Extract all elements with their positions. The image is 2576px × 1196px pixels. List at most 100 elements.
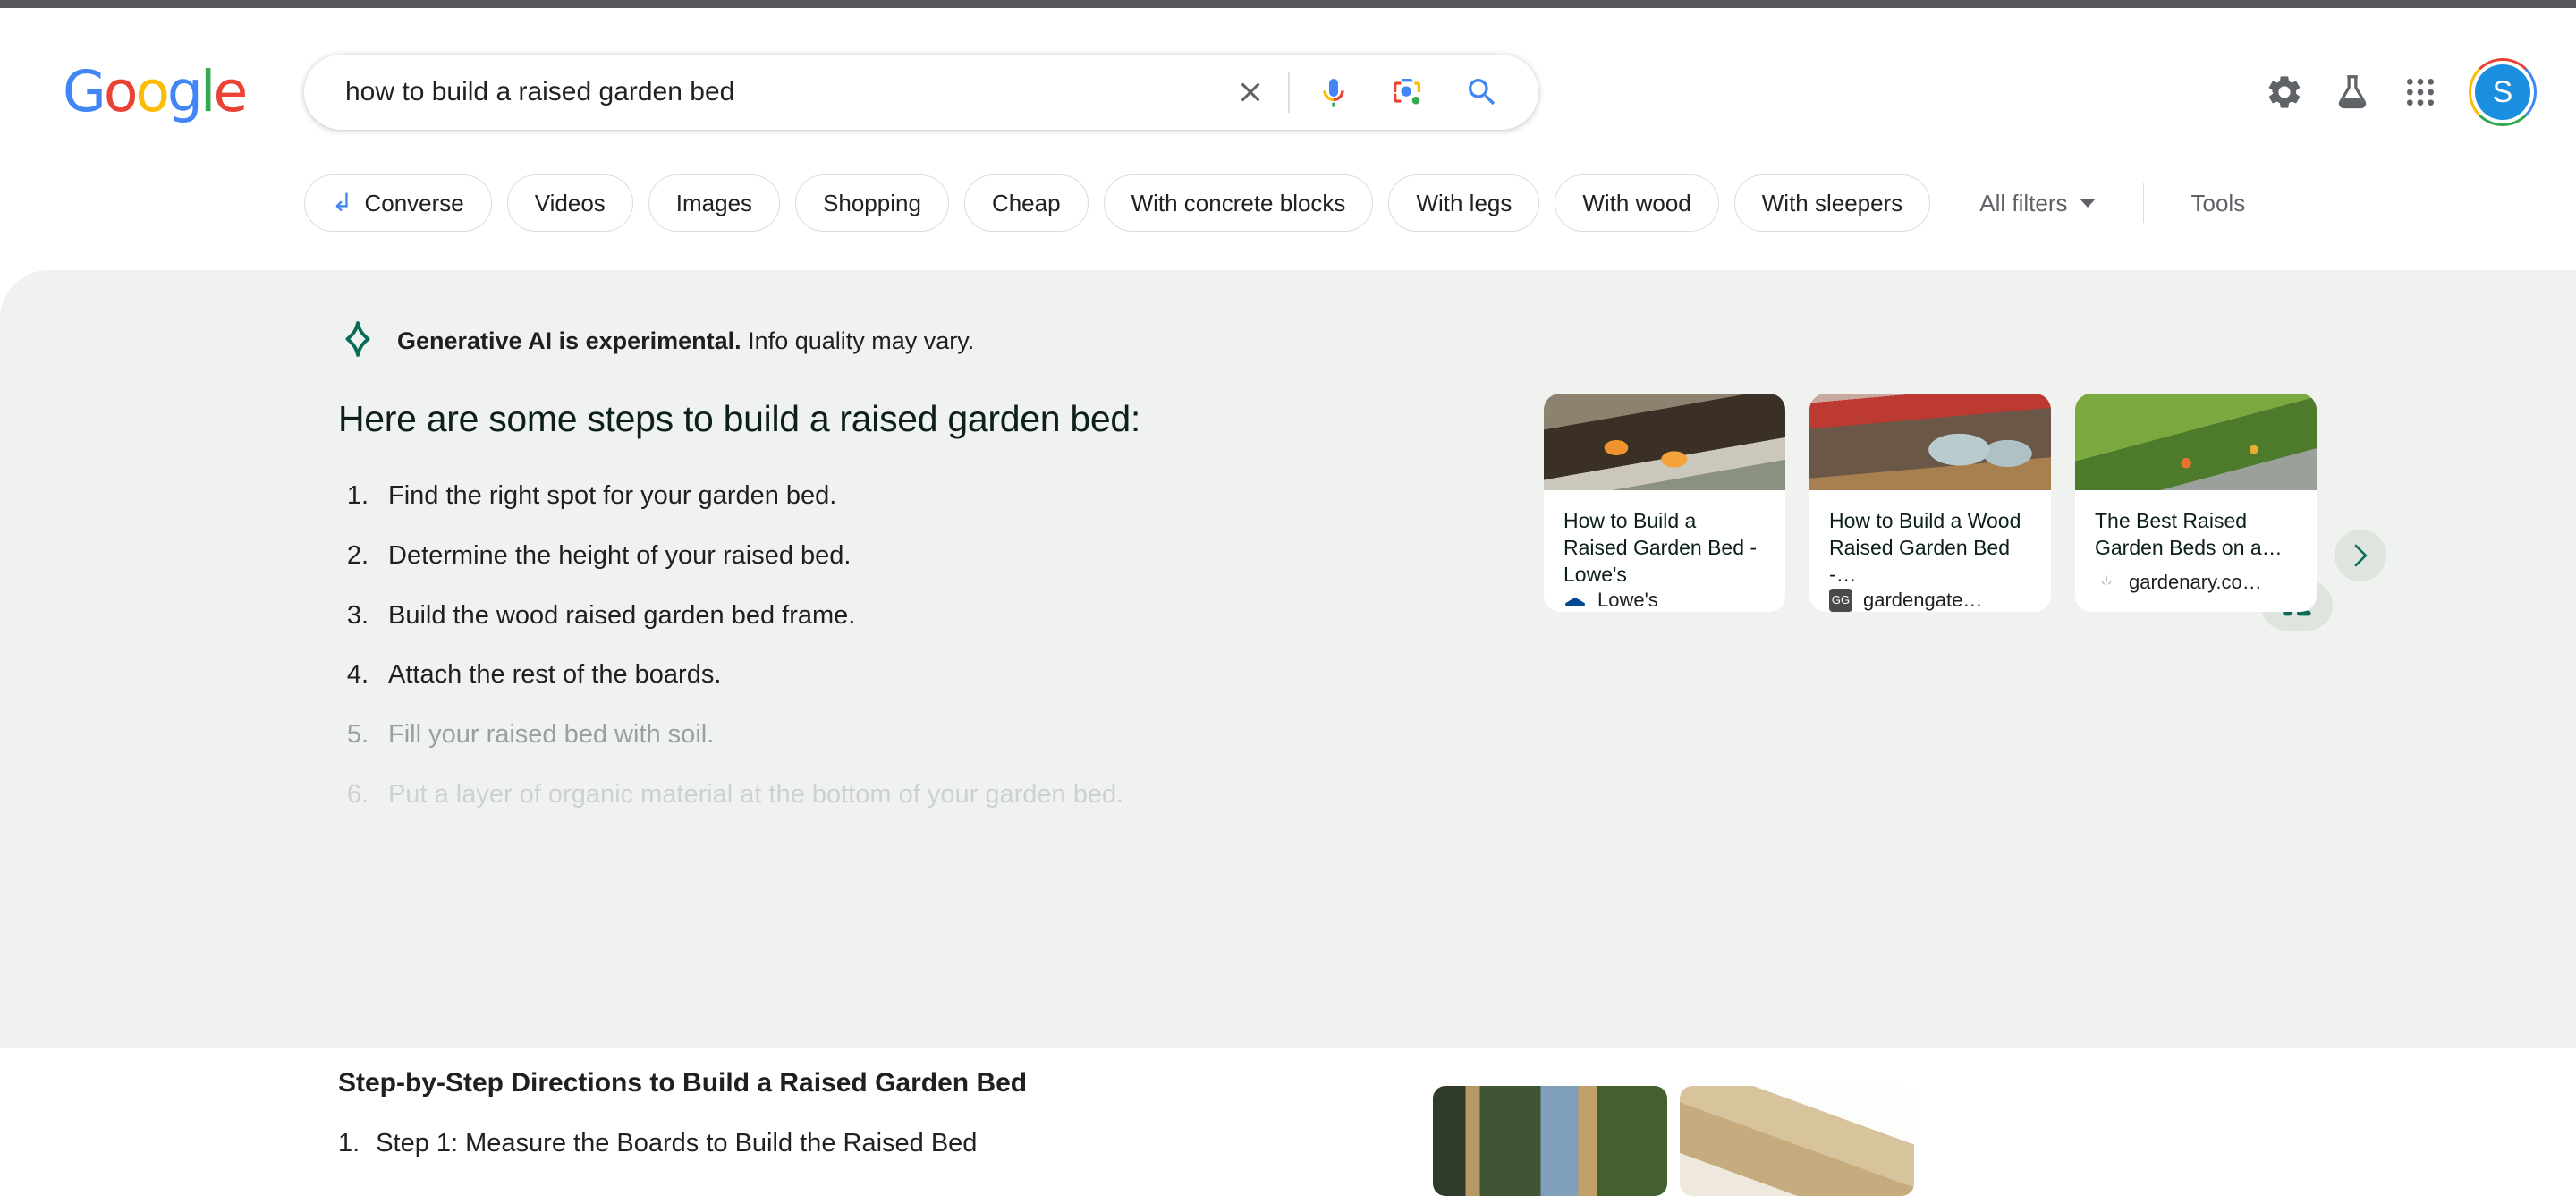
chip-label: With sleepers — [1761, 189, 1903, 216]
flask-icon[interactable] — [2318, 58, 2386, 126]
ai-disclaimer-text: Generative AI is experimental. Info qual… — [397, 327, 974, 355]
avatar-initial: S — [2475, 64, 2530, 120]
apps-grid-icon[interactable] — [2386, 58, 2454, 126]
chip-with-concrete-blocks[interactable]: With concrete blocks — [1103, 174, 1374, 232]
card-thumbnail — [2075, 394, 2317, 490]
list-item-number: 5. — [346, 720, 369, 750]
source-card[interactable]: How to Build a Wood Raised Garden Bed -…… — [1809, 394, 2051, 612]
ai-answer-headline: Here are some steps to build a raised ga… — [338, 398, 1140, 439]
ai-disclaimer-light: Info quality may vary. — [741, 327, 975, 354]
card-title: How to Build a Raised Garden Bed - Lowe'… — [1563, 509, 1758, 586]
source-cards: How to Build a Raised Garden Bed - Lowe'… — [1544, 394, 2317, 612]
all-filters-button[interactable]: All filters — [1979, 189, 2096, 217]
chip-label: With wood — [1582, 189, 1691, 216]
card-source: Lowe's — [1544, 589, 1785, 612]
result-step-number: 1. — [338, 1129, 360, 1158]
lowes-logo-icon — [1563, 589, 1587, 612]
chip-cheap[interactable]: Cheap — [963, 174, 1089, 232]
chip-label: Cheap — [991, 189, 1061, 216]
search-header: Google how to build a raised garden bed … — [0, 8, 2576, 270]
result-first-step: 1. Step 1: Measure the Boards to Build t… — [338, 1129, 977, 1158]
list-item-text: Build the wood raised garden bed frame. — [388, 600, 856, 630]
page-root: Google how to build a raised garden bed … — [0, 0, 2576, 1196]
card-source-name: gardenary.co… — [2129, 571, 2262, 593]
raised-bed-photo[interactable] — [1433, 1086, 1667, 1196]
arrow-turn-icon: ↲ — [332, 189, 353, 216]
list-item-number: 2. — [346, 540, 369, 570]
generative-ai-panel: Generative AI is experimental. Info qual… — [0, 270, 2576, 1164]
header-actions: S — [2250, 58, 2537, 126]
chip-with-sleepers[interactable]: With sleepers — [1733, 174, 1931, 232]
list-item-text: Put a layer of organic material at the b… — [388, 779, 1124, 809]
card-source: gardenary.co… — [2075, 571, 2317, 612]
sparkle-icon — [338, 319, 377, 363]
search-input[interactable] — [304, 55, 1225, 130]
card-source: GG gardengate… — [1809, 588, 2051, 612]
search-icon[interactable] — [1458, 68, 1506, 116]
ai-disclaimer: Generative AI is experimental. Info qual… — [338, 319, 974, 363]
logo-letter: G — [63, 59, 106, 124]
list-item: 4. Attach the rest of the boards. — [338, 659, 1394, 691]
list-item-text: Find the right spot for your garden bed. — [388, 481, 837, 510]
chip-label: With legs — [1416, 189, 1513, 216]
list-item-text: Attach the rest of the boards. — [388, 660, 722, 690]
card-title: How to Build a Wood Raised Garden Bed -… — [1829, 509, 2021, 586]
chip-images[interactable]: Images — [648, 174, 781, 232]
browser-chrome-strip — [0, 0, 2576, 8]
logo-letter: g — [166, 59, 203, 124]
chip-with-legs[interactable]: With legs — [1388, 174, 1540, 232]
list-item-number: 6. — [346, 779, 369, 809]
avatar[interactable]: S — [2469, 58, 2537, 126]
search-divider — [1288, 72, 1290, 113]
list-item: 1. Find the right spot for your garden b… — [338, 480, 1394, 512]
chip-videos[interactable]: Videos — [506, 174, 633, 232]
gardengate-logo-icon: GG — [1829, 588, 1852, 612]
list-item-text: Fill your raised bed with soil. — [388, 720, 715, 750]
avatar-inner: S — [2471, 61, 2534, 123]
card-title: The Best Raised Garden Beds on a… — [2095, 509, 2283, 559]
google-lens-icon[interactable] — [1383, 68, 1431, 116]
filter-chips-row: ↲ Converse Videos Images Shopping Cheap … — [304, 167, 2576, 239]
logo-letter: o — [103, 59, 139, 124]
chip-label: With concrete blocks — [1131, 189, 1346, 216]
close-icon[interactable] — [1225, 67, 1275, 117]
ai-steps-list: 1. Find the right spot for your garden b… — [338, 480, 1394, 839]
all-filters-label: All filters — [1979, 189, 2068, 216]
search-box[interactable] — [304, 55, 1538, 130]
list-item: 6. Put a layer of organic material at th… — [338, 779, 1394, 810]
list-item-number: 1. — [346, 481, 369, 510]
list-item: 5. Fill your raised bed with soil. — [338, 719, 1394, 751]
raised-bed-diagram[interactable] — [1680, 1086, 1914, 1196]
chevron-right-icon[interactable] — [2334, 530, 2386, 581]
result-title[interactable]: Step-by-Step Directions to Build a Raise… — [338, 1068, 1027, 1098]
chip-shopping[interactable]: Shopping — [795, 174, 949, 232]
chip-with-wood[interactable]: With wood — [1555, 174, 1719, 232]
card-source-name: gardengate… — [1863, 588, 1983, 611]
toolbar-divider — [2142, 183, 2144, 223]
ai-disclaimer-bold: Generative AI is experimental. — [397, 327, 741, 354]
tools-button[interactable]: Tools — [2191, 190, 2246, 217]
list-item: 3. Build the wood raised garden bed fram… — [338, 600, 1394, 632]
list-item-number: 4. — [346, 660, 369, 690]
logo-letter: e — [213, 59, 248, 124]
logo-letter: l — [199, 59, 216, 124]
list-item-text: Determine the height of your raised bed. — [388, 540, 852, 570]
logo-letter: o — [135, 59, 170, 124]
result-images — [1433, 1086, 1914, 1196]
list-item-number: 3. — [346, 600, 369, 630]
chip-label: Videos — [534, 189, 606, 216]
source-card[interactable]: How to Build a Raised Garden Bed - Lowe'… — [1544, 394, 1785, 612]
search-result-section: Step-by-Step Directions to Build a Raise… — [0, 1048, 2576, 1196]
chip-converse[interactable]: ↲ Converse — [304, 174, 492, 232]
chip-label: Images — [675, 189, 753, 216]
card-thumbnail — [1544, 394, 1785, 490]
result-step-text: Step 1: Measure the Boards to Build the … — [376, 1129, 978, 1158]
card-source-name: Lowe's — [1597, 588, 1658, 611]
gardenary-logo-icon — [2095, 571, 2118, 594]
chevron-down-icon — [2079, 199, 2096, 208]
source-card[interactable]: The Best Raised Garden Beds on a… garden… — [2075, 394, 2317, 612]
microphone-icon[interactable] — [1309, 68, 1358, 116]
google-logo[interactable]: Google — [63, 59, 248, 124]
gear-icon[interactable] — [2250, 58, 2318, 126]
list-item: 2. Determine the height of your raised b… — [338, 540, 1394, 572]
